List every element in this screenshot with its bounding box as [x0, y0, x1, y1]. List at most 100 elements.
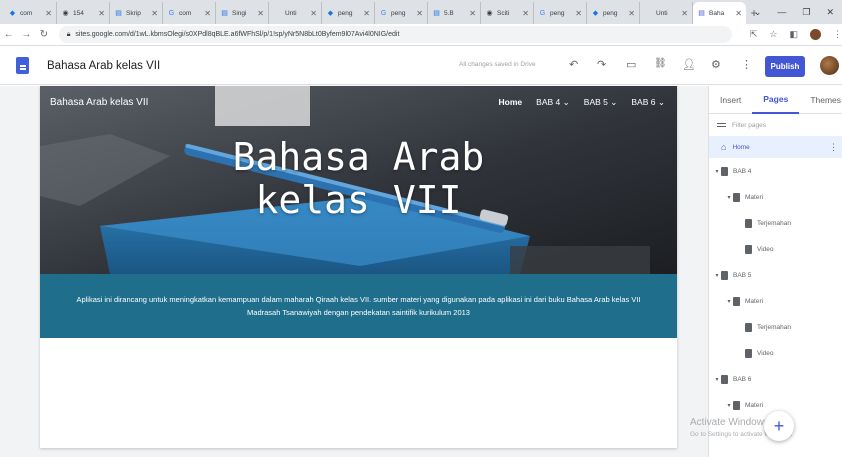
page-tree-item[interactable]: Terjemahan [709, 314, 842, 340]
page-label: BAB 4 [733, 167, 752, 175]
profile-avatar[interactable] [810, 29, 822, 40]
nav-item[interactable]: Home [499, 97, 523, 108]
page-tree-item[interactable]: ▾ Materi [709, 288, 842, 314]
google-icon: G [539, 9, 546, 17]
browser-tab[interactable]: Unti ✕ [640, 2, 693, 24]
panel-tab[interactable]: Insert [709, 86, 752, 114]
close-tab-icon[interactable]: ✕ [628, 9, 635, 18]
close-tab-icon[interactable]: ✕ [416, 9, 423, 18]
reload-button[interactable]: ↻ [35, 29, 53, 40]
browser-tab[interactable]: ◉ Sciti ✕ [481, 2, 534, 24]
close-tab-icon[interactable]: ✕ [681, 9, 688, 18]
page-icon [745, 348, 752, 358]
preview-icon[interactable]: ▭ [626, 58, 636, 71]
description-section[interactable]: Aplikasi ini dirancang untuk meningkatka… [40, 274, 677, 338]
browser-tab[interactable]: Gpeng ✕ [534, 2, 587, 24]
more-options-icon[interactable]: ⋮ [741, 58, 752, 71]
hero-header[interactable]: Bahasa Arab kelas VII Home BAB 4 ⌄ BAB 5 ⌄… [40, 86, 677, 274]
close-tab-icon[interactable]: ✕ [45, 9, 52, 18]
tab-title: Unti [285, 9, 297, 17]
nav-item[interactable]: BAB 6 ⌄ [631, 97, 665, 108]
nav-item-label: BAB 6 [631, 97, 656, 107]
publish-button[interactable]: Publish [765, 56, 805, 77]
document-title[interactable]: Bahasa Arab kelas VII [47, 60, 160, 72]
hero-title-line-1[interactable]: Bahasa Arab [40, 136, 677, 179]
settings-icon[interactable]: ⚙ [711, 58, 721, 71]
close-tab-icon[interactable]: ✕ [363, 9, 370, 18]
panel-tab[interactable]: Themes [799, 86, 842, 114]
close-tab-icon[interactable]: ✕ [204, 9, 211, 18]
nav-item-label: BAB 4 [536, 97, 561, 107]
share-icon[interactable]: ⇱ [750, 29, 758, 40]
browser-actions: ⇱ ☆ ◧ ⋮ [750, 29, 842, 40]
browser-tab[interactable]: ◆ peng ✕ [587, 2, 640, 24]
window-controls: ⌄ — ❐ ✕ [754, 0, 842, 24]
expand-caret-icon[interactable]: ▾ [713, 272, 721, 279]
home-icon: ⌂ [721, 142, 727, 152]
expand-caret-icon[interactable]: ▾ [725, 194, 733, 201]
browser-tab[interactable]: Gpeng ✕ [375, 2, 428, 24]
description-text[interactable]: Aplikasi ini dirancang untuk meningkatka… [70, 293, 647, 319]
close-tab-icon[interactable]: ✕ [98, 9, 105, 18]
browser-tab[interactable]: ◆ com ✕ [4, 2, 57, 24]
expand-caret-icon[interactable]: ▾ [713, 376, 721, 383]
close-tab-icon[interactable]: ✕ [310, 9, 317, 18]
page-tree-item[interactable]: ▾ Materi [709, 184, 842, 210]
sites-app-bar: Bahasa Arab kelas VII All changes saved … [0, 47, 842, 85]
redo-icon[interactable]: ↷ [597, 58, 606, 71]
close-tab-icon[interactable]: ✕ [575, 9, 582, 18]
browser-tab[interactable]: ◉ 154 ✕ [57, 2, 110, 24]
page-tree-item[interactable]: Terjemahan [709, 210, 842, 236]
site-name[interactable]: Bahasa Arab kelas VII [50, 97, 148, 108]
doc-icon: ▤ [221, 10, 228, 17]
user-avatar[interactable] [820, 56, 839, 75]
page-tree-item[interactable]: ▾ BAB 6 [709, 366, 842, 392]
minimize-button[interactable]: — [777, 7, 786, 17]
menu-icon[interactable]: ⋮ [833, 29, 842, 40]
page-tree-item[interactable]: ⌂ Home ⋮ [709, 136, 842, 158]
close-tab-icon[interactable]: ✕ [257, 9, 264, 18]
google-icon: G [380, 9, 387, 17]
address-bar-row: ← → ↻ 🔒︎ sites.google.com/d/1wL.kbmsOleg… [0, 24, 842, 46]
expand-caret-icon[interactable]: ▾ [725, 402, 733, 409]
browser-tab[interactable]: ▤ Singi ✕ [216, 2, 269, 24]
bookmark-star-icon[interactable]: ☆ [769, 29, 777, 40]
close-tab-icon[interactable]: ✕ [469, 9, 476, 18]
browser-tab[interactable]: Gcom ✕ [163, 2, 216, 24]
panel-tab[interactable]: Pages [752, 86, 800, 114]
address-bar[interactable]: 🔒︎ sites.google.com/d/1wL.kbmsOlegi/s0XP… [58, 26, 732, 43]
more-options-icon[interactable]: ⋮ [829, 142, 838, 153]
url-text: sites.google.com/d/1wL.kbmsOlegi/s0XPdl8… [75, 31, 400, 38]
back-button[interactable]: ← [0, 29, 18, 40]
tab-title: Skrip [126, 9, 141, 17]
browser-tab[interactable]: Unti ✕ [269, 2, 322, 24]
link-icon[interactable]: ⛓ [654, 58, 667, 69]
filter-pages-input[interactable]: Filter pages [709, 114, 842, 136]
maximize-button[interactable]: ❐ [802, 7, 810, 18]
expand-caret-icon[interactable]: ▾ [725, 298, 733, 305]
page-tree-item[interactable]: ▾ BAB 4 [709, 158, 842, 184]
close-tab-icon[interactable]: ✕ [151, 9, 158, 18]
expand-caret-icon[interactable]: ▾ [713, 168, 721, 175]
nav-item[interactable]: BAB 4 ⌄ [536, 97, 570, 108]
page-tree-item[interactable]: Video [709, 236, 842, 262]
page-icon [721, 270, 728, 280]
page-tree-item[interactable]: ▾ BAB 5 [709, 262, 842, 288]
tab-search-icon[interactable]: ⌄ [754, 7, 762, 18]
share-with-others-icon[interactable]: 👤︎ [682, 58, 696, 71]
browser-tab[interactable]: ▤ Skrip ✕ [110, 2, 163, 24]
close-tab-icon[interactable]: ✕ [735, 9, 742, 18]
close-window-button[interactable]: ✕ [826, 7, 834, 18]
hero-title-line-2[interactable]: kelas VII [40, 179, 677, 222]
forward-button[interactable]: → [18, 29, 36, 40]
close-tab-icon[interactable]: ✕ [522, 9, 529, 18]
browser-tab[interactable]: ▤ 5.B ✕ [428, 2, 481, 24]
add-page-button[interactable]: + [764, 411, 794, 441]
sites-logo-icon[interactable] [16, 57, 29, 74]
undo-icon[interactable]: ↶ [569, 58, 578, 71]
browser-tab[interactable]: ◆ peng ✕ [322, 2, 375, 24]
browser-tab[interactable]: ▤ Baha ✕ [693, 2, 746, 24]
page-tree-item[interactable]: Video [709, 340, 842, 366]
nav-item[interactable]: BAB 5 ⌄ [584, 97, 618, 108]
sidepanel-icon[interactable]: ◧ [790, 29, 799, 40]
